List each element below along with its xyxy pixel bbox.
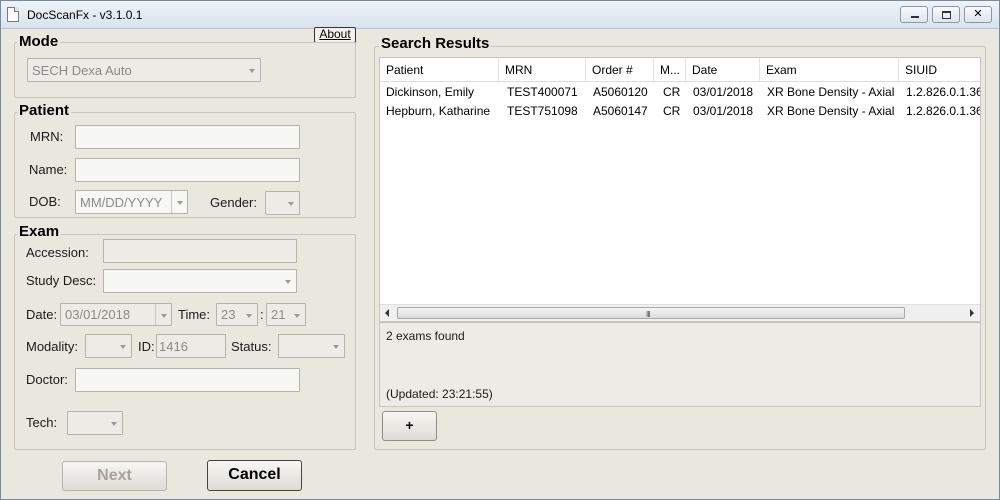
cell-date: 03/01/2018 [693, 85, 754, 99]
column-header-siuid[interactable]: SIUID [899, 58, 980, 81]
close-button[interactable]: ✕ [964, 6, 992, 23]
table-header: Patient MRN Order # M... Date Exam SIUID [380, 58, 980, 82]
chevron-down-icon [244, 59, 260, 81]
doctor-field[interactable] [75, 368, 300, 392]
mode-title: Mode [17, 33, 61, 50]
document-icon [7, 7, 19, 22]
dob-field[interactable]: MM/DD/YYYY [75, 190, 188, 214]
cell-patient: Hepburn, Katharine [386, 104, 491, 118]
tech-select[interactable] [67, 411, 123, 435]
scrollbar-thumb[interactable]: III [397, 307, 905, 319]
modality-select[interactable] [85, 334, 132, 358]
cell-siuid: 1.2.826.0.1.36 [906, 104, 980, 118]
column-header-date[interactable]: Date [686, 58, 760, 81]
mrn-label: MRN: [30, 129, 64, 144]
tech-label: Tech: [26, 415, 58, 430]
chevron-down-icon [280, 270, 296, 292]
scroll-grip-icon: III [646, 310, 651, 319]
column-header-mrn[interactable]: MRN [499, 58, 586, 81]
window-title: DocScanFx - v3.1.0.1 [27, 8, 143, 22]
date-value: 03/01/2018 [65, 307, 131, 322]
cell-order: A5060120 [593, 85, 648, 99]
time-minute-select[interactable]: 21 [266, 303, 306, 326]
study-desc-select[interactable] [103, 269, 297, 293]
maximize-icon [942, 11, 951, 19]
table-row[interactable]: Dickinson, Emily TEST400071 A5060120 CR … [380, 83, 980, 102]
close-icon: ✕ [973, 8, 983, 20]
chevron-down-icon [106, 412, 122, 434]
name-label: Name: [29, 162, 68, 177]
maximize-button[interactable] [932, 6, 960, 23]
cell-siuid: 1.2.826.0.1.36 [906, 85, 980, 99]
study-desc-label: Study Desc: [26, 273, 97, 288]
time-hour-select[interactable]: 23 [216, 303, 258, 326]
cell-date: 03/01/2018 [693, 104, 754, 118]
accession-label: Accession: [26, 245, 89, 260]
status-label: Status: [231, 339, 272, 354]
id-label: ID: [138, 339, 155, 354]
column-header-modality[interactable]: M... [654, 58, 686, 81]
mode-select-value: SECH Dexa Auto [32, 63, 132, 78]
cell-exam: XR Bone Density - Axial [767, 85, 895, 99]
date-label: Date: [26, 307, 58, 322]
accession-field[interactable] [103, 239, 297, 263]
column-header-order[interactable]: Order # [586, 58, 654, 81]
id-field[interactable]: 1416 [156, 334, 226, 358]
cancel-button[interactable]: Cancel [207, 460, 302, 491]
cell-mrn: TEST751098 [507, 104, 578, 118]
dob-label: DOB: [29, 194, 61, 209]
add-button[interactable]: + [382, 411, 437, 441]
search-results-title: Search Results [379, 35, 492, 52]
cell-modality: CR [663, 85, 681, 99]
chevron-down-icon [328, 335, 344, 357]
app-window: DocScanFx - v3.1.0.1 ✕ About Mode SECH D… [0, 0, 1000, 500]
patient-title: Patient [17, 102, 72, 119]
scroll-left-icon[interactable] [385, 309, 389, 317]
table-row[interactable]: Hepburn, Katharine TEST751098 A5060147 C… [380, 102, 980, 121]
gender-label: Gender: [210, 195, 257, 210]
cell-patient: Dickinson, Emily [386, 85, 475, 99]
chevron-down-icon [171, 191, 187, 213]
minimize-icon [911, 16, 919, 18]
date-field[interactable]: 03/01/2018 [60, 303, 172, 326]
results-status-panel: 2 exams found (Updated: 23:21:55) [379, 322, 981, 407]
id-value: 1416 [159, 339, 188, 354]
modality-label: Modality: [26, 339, 79, 354]
exam-title: Exam [17, 223, 62, 240]
chevron-down-icon [289, 304, 305, 325]
column-header-exam[interactable]: Exam [760, 58, 899, 81]
column-header-patient[interactable]: Patient [380, 58, 499, 81]
horizontal-scrollbar[interactable]: III [380, 304, 980, 321]
time-label: Time: [178, 307, 211, 322]
mrn-field[interactable] [75, 125, 300, 149]
doctor-label: Doctor: [26, 372, 68, 387]
dob-placeholder: MM/DD/YYYY [80, 195, 163, 210]
scroll-right-icon[interactable] [970, 309, 974, 317]
time-minute-value: 21 [271, 307, 286, 322]
cell-exam: XR Bone Density - Axial [767, 104, 895, 118]
cell-modality: CR [663, 104, 681, 118]
next-button[interactable]: Next [62, 461, 167, 491]
status-select[interactable] [278, 334, 345, 358]
minimize-button[interactable] [900, 6, 928, 23]
chevron-down-icon [241, 304, 257, 325]
chevron-down-icon [283, 192, 299, 214]
mode-select[interactable]: SECH Dexa Auto [27, 58, 261, 82]
title-bar: DocScanFx - v3.1.0.1 ✕ [1, 1, 999, 29]
chevron-down-icon [155, 304, 171, 325]
chevron-down-icon [115, 335, 131, 357]
name-field[interactable] [75, 158, 300, 182]
cell-mrn: TEST400071 [507, 85, 578, 99]
cell-order: A5060147 [593, 104, 648, 118]
results-updated: (Updated: 23:21:55) [386, 387, 493, 401]
about-button[interactable]: About [314, 27, 356, 43]
time-separator: : [260, 307, 264, 322]
gender-select[interactable] [265, 191, 300, 215]
results-count: 2 exams found [386, 329, 465, 343]
time-hour-value: 23 [221, 307, 236, 322]
results-table: Patient MRN Order # M... Date Exam SIUID… [379, 57, 981, 322]
